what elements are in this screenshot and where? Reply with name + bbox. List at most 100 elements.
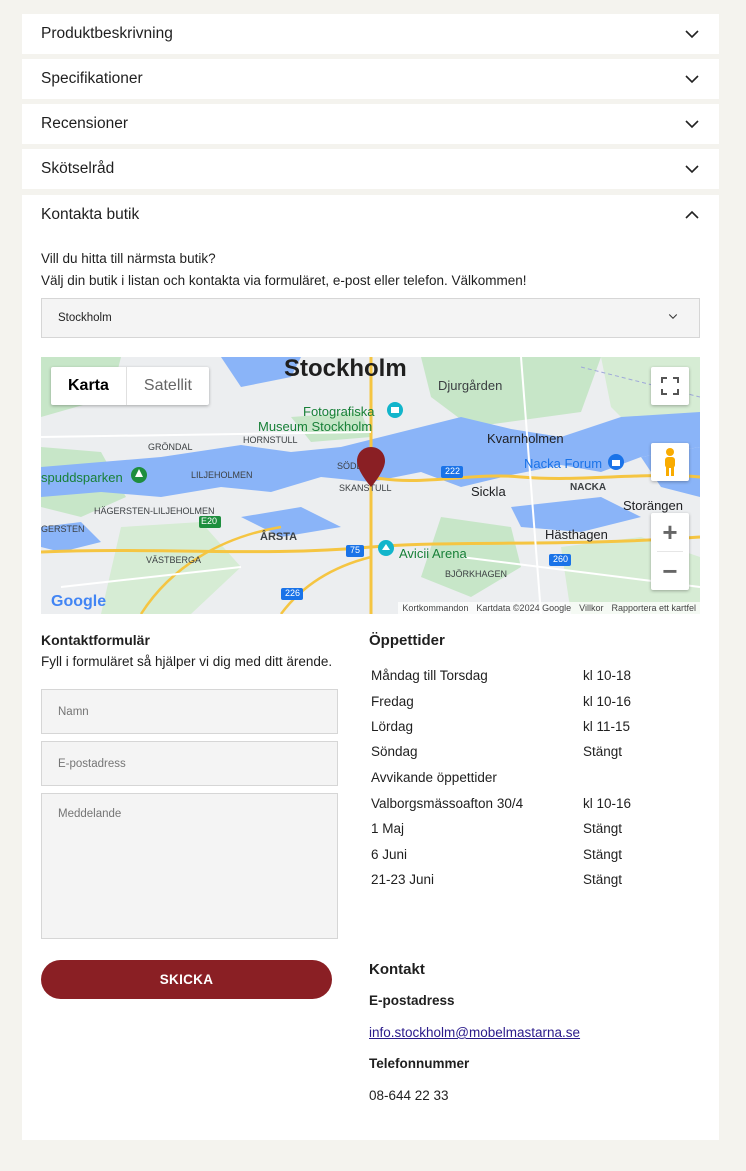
zoom-controls: + − [651, 513, 689, 590]
road-shield: E20 [201, 516, 218, 526]
map-label: GRÖNDAL [148, 442, 193, 452]
google-logo-text: Google [51, 593, 107, 610]
chevron-down-icon [684, 161, 700, 177]
report-error-link[interactable]: Rapportera ett kartfel [611, 603, 696, 613]
keyboard-shortcuts-link[interactable]: Kortkommandon [402, 603, 468, 613]
store-map[interactable]: Stockholm Djurgården Fotografiska Museum… [41, 357, 700, 614]
email-label: E-postadress [369, 993, 455, 1008]
hours-day: Valborgsmässoafton 30/4 [371, 796, 524, 811]
arena-poi-icon [378, 540, 394, 556]
accordion-header[interactable]: Kontakta butik [22, 195, 719, 235]
hours-day: Lördag [371, 719, 414, 734]
map-label: Hästhagen [545, 527, 608, 542]
accordion-title: Produktbeskrivning [41, 25, 173, 42]
pegman-icon [665, 448, 675, 476]
accordion-title: Specifikationer [41, 70, 143, 87]
email-link[interactable]: info.stockholm@mobelmastarna.se [369, 1025, 580, 1040]
hours-time: kl 10-16 [583, 694, 632, 709]
deviating-hours-title: Avvikande öppettider [371, 770, 497, 785]
message-textarea[interactable] [41, 793, 338, 939]
hours-time: Stängt [583, 872, 623, 887]
accordion-title: Kontakta butik [41, 206, 140, 223]
accordion-item-kontakta-butik: Kontakta butik Vill du hitta till närmst… [22, 195, 719, 1140]
hours-time: Stängt [583, 821, 623, 836]
map-label: Avicii Arena [399, 546, 467, 561]
hours-time: Stängt [583, 744, 623, 759]
zoom-out-button[interactable]: − [651, 552, 689, 590]
chevron-down-icon [667, 310, 683, 326]
hours-day: Måndag till Torsdag [371, 668, 488, 683]
terms-link[interactable]: Villkor [579, 603, 603, 613]
chevron-up-icon [684, 207, 700, 223]
map-label: LILJEHOLMEN [191, 470, 253, 480]
contact-form-subtitle: Fyll i formuläret så hjälper vi dig med … [41, 654, 333, 669]
road-shield: 260 [553, 554, 569, 564]
road-shield: 226 [285, 588, 301, 598]
hours-time: kl 11-15 [583, 719, 631, 734]
accordion-header[interactable]: Specifikationer [22, 59, 719, 99]
map-tab-satellit[interactable]: Satellit [127, 367, 209, 405]
museum-poi-icon [387, 402, 403, 418]
map-label: NACKA [570, 482, 607, 493]
hours-time: kl 10-18 [583, 668, 632, 683]
map-label: BJÖRKHAGEN [445, 569, 508, 579]
park-poi-icon [131, 467, 147, 483]
accordion-title: Skötselråd [41, 160, 115, 177]
map-label: ÅRSTA [260, 531, 298, 543]
map-label: Nacka Forum [524, 456, 603, 471]
map-label: Djurgården [438, 378, 503, 393]
accordion-item-skotselrad[interactable]: Skötselråd [22, 149, 719, 189]
accordion-header[interactable]: Recensioner [22, 104, 719, 144]
fullscreen-icon [661, 377, 679, 395]
hours-day: 6 Juni [371, 847, 408, 862]
submit-button[interactable]: SKICKA [41, 960, 332, 999]
hours-day: Söndag [371, 744, 418, 759]
map-data-credit: Kartdata ©2024 Google [476, 603, 572, 613]
google-logo: Google [51, 593, 106, 611]
map-city-label: Stockholm [284, 357, 407, 382]
chevron-down-icon [684, 116, 700, 132]
road-shield: 222 [445, 466, 461, 476]
contact-title: Kontakt [369, 961, 425, 978]
accordion-item-produktbeskrivning[interactable]: Produktbeskrivning [22, 14, 719, 54]
hours-day: Fredag [371, 694, 414, 709]
accordion-item-recensioner[interactable]: Recensioner [22, 104, 719, 144]
shopping-poi-icon [608, 454, 624, 470]
map-label: HÄGERSTEN-LILJEHOLMEN [94, 506, 215, 516]
name-input[interactable] [41, 689, 338, 734]
accordion-item-specifikationer[interactable]: Specifikationer [22, 59, 719, 99]
store-select[interactable]: Stockholm [41, 298, 700, 338]
map-label: spuddsparken [41, 470, 123, 485]
zoom-in-button[interactable]: + [651, 513, 689, 551]
hours-time: Stängt [583, 847, 623, 862]
phone-label: Telefonnummer [369, 1056, 470, 1071]
map-label: Museum Stockholm [258, 419, 373, 434]
map-label: Kvarnholmen [487, 431, 564, 446]
contact-form-title: Kontaktformulär [41, 632, 150, 648]
accordion-header[interactable]: Produktbeskrivning [22, 14, 719, 54]
map-label: HORNSTULL [243, 435, 298, 445]
opening-hours-title: Öppettider [369, 632, 445, 649]
intro-line: Vill du hitta till närmsta butik? [41, 251, 216, 266]
map-type-tabs: Karta Satellit [51, 367, 209, 405]
fullscreen-button[interactable] [651, 367, 689, 405]
map-label: GERSTEN [41, 524, 85, 534]
chevron-down-icon [684, 26, 700, 42]
map-label: Sickla [471, 484, 506, 499]
map-label: Storängen [623, 498, 683, 513]
map-tab-karta[interactable]: Karta [51, 367, 127, 405]
store-location-marker-icon[interactable] [357, 447, 385, 487]
accordion-header[interactable]: Skötselråd [22, 149, 719, 189]
email-input[interactable] [41, 741, 338, 786]
intro-line: Välj din butik i listan och kontakta via… [41, 273, 527, 288]
map-label: VÄSTBERGA [146, 555, 202, 565]
map-attribution: Kortkommandon Kartdata ©2024 Google Vill… [398, 602, 700, 614]
hours-day: 21-23 Juni [371, 872, 435, 887]
phone-number: 08-644 22 33 [369, 1088, 449, 1103]
accordion-title: Recensioner [41, 115, 129, 132]
store-select-value: Stockholm [58, 312, 112, 324]
hours-day: 1 Maj [371, 821, 405, 836]
chevron-down-icon [684, 71, 700, 87]
street-view-button[interactable] [651, 443, 689, 481]
hours-time: kl 10-16 [583, 796, 632, 811]
